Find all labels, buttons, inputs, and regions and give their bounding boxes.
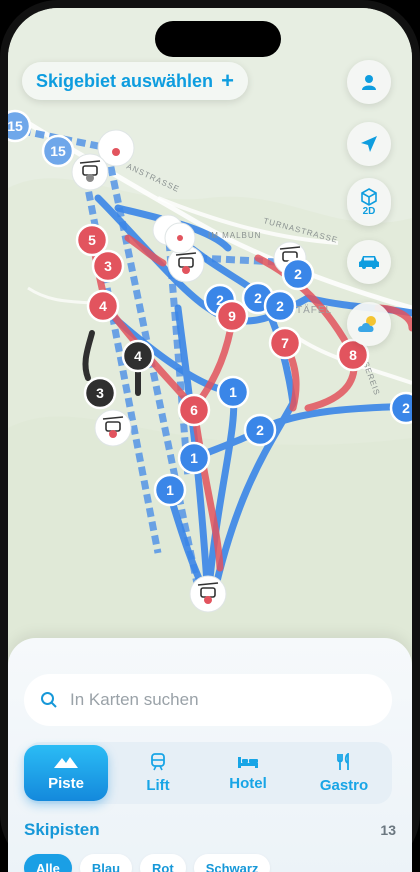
slope-marker-label: 4 — [134, 348, 142, 364]
weather-button[interactable] — [347, 302, 391, 346]
slope-marker[interactable]: 1 — [216, 375, 250, 409]
slope-marker-label: 7 — [281, 335, 289, 351]
slope-marker-label: 8 — [349, 347, 357, 363]
slope-marker-label: 1 — [190, 450, 198, 466]
section-title: Skipisten — [24, 820, 100, 839]
cube-icon — [361, 187, 377, 206]
slope-marker-label: 15 — [8, 118, 23, 134]
slope-marker[interactable]: 3 — [83, 376, 117, 410]
bed-icon — [238, 756, 258, 768]
slope-marker-label: 15 — [50, 143, 66, 159]
slope-marker-label: 5 — [88, 232, 96, 248]
select-ski-area-label: Skigebiet auswählen — [36, 70, 214, 91]
slope-marker[interactable]: 1 — [177, 441, 211, 475]
cutlery-icon — [337, 752, 349, 770]
slope-marker-label: 9 — [228, 308, 236, 324]
slope-marker[interactable]: 4 — [121, 339, 155, 373]
profile-button[interactable] — [347, 60, 391, 104]
filter-chip-black[interactable]: Schwarz — [193, 854, 271, 872]
category-label: Hotel — [229, 774, 267, 792]
dynamic-island — [155, 21, 281, 57]
location-arrow-icon — [361, 136, 377, 152]
view-mode-label: 2D — [362, 205, 376, 217]
section-count: 13 — [380, 822, 396, 838]
slope-marker[interactable]: 2 — [263, 289, 297, 323]
slope-marker-label: 6 — [190, 402, 198, 418]
slope-marker[interactable]: 15 — [8, 109, 32, 143]
lift-station-marker — [164, 222, 196, 254]
search-icon — [41, 692, 57, 708]
mountain-icon — [54, 756, 78, 768]
slope-marker[interactable]: 7 — [268, 326, 302, 360]
slope-marker[interactable]: 5 — [75, 223, 109, 257]
select-ski-area-button[interactable]: Skigebiet auswählen + — [22, 62, 248, 100]
category-piste[interactable]: Piste — [24, 745, 108, 801]
slope-marker-label: 3 — [104, 258, 112, 274]
slope-marker-label: 2 — [276, 298, 284, 314]
lift-station-marker — [189, 575, 227, 613]
lift-station-marker — [94, 409, 132, 447]
category-lift[interactable]: Lift — [116, 745, 200, 801]
search-input[interactable] — [68, 689, 352, 711]
filter-chip-red[interactable]: Rot — [140, 854, 186, 872]
category-label: Lift — [146, 776, 170, 794]
train-icon — [151, 752, 165, 770]
slope-marker[interactable]: 2 — [281, 257, 315, 291]
search-bar[interactable] — [24, 674, 392, 726]
filter-chip-all[interactable]: Alle — [24, 854, 72, 872]
slope-marker-label: 2 — [256, 422, 264, 438]
screen: ANSTRASSE IM MALBUN TURNASTRASSE TÄFEL S… — [8, 8, 412, 872]
category-selector: Piste Lift Hotel Gastro — [24, 742, 392, 804]
bottom-sheet: Piste Lift Hotel Gastro Skipisten 13 A — [8, 638, 412, 872]
phone-frame: ANSTRASSE IM MALBUN TURNASTRASSE TÄFEL S… — [0, 0, 420, 872]
slope-marker-label: 2 — [402, 400, 410, 416]
category-label: Piste — [48, 774, 84, 792]
car-icon — [359, 256, 379, 269]
slope-marker-label: 4 — [99, 298, 107, 314]
slope-marker[interactable]: 1 — [153, 473, 187, 507]
slope-marker[interactable]: 6 — [177, 393, 211, 427]
slope-marker-label: 1 — [229, 384, 237, 400]
lift-station-marker — [71, 153, 109, 191]
slope-marker-label: 1 — [166, 482, 174, 498]
street-label: IM MALBUN — [208, 231, 261, 240]
slope-marker[interactable]: 2 — [389, 391, 412, 425]
slope-marker[interactable]: 2 — [243, 413, 277, 447]
weather-sun-cloud-icon — [358, 316, 376, 332]
person-icon — [362, 75, 376, 90]
view-mode-button[interactable]: 2D — [347, 178, 391, 226]
category-label: Gastro — [319, 776, 369, 794]
plus-icon: + — [221, 68, 234, 93]
slope-marker[interactable]: 3 — [91, 249, 125, 283]
locate-button[interactable] — [347, 122, 391, 166]
street-label: TÄFEL — [296, 304, 332, 316]
car-button[interactable] — [347, 240, 391, 284]
slope-marker[interactable]: 9 — [215, 299, 249, 333]
difficulty-filters: Alle Blau Rot Schwarz — [24, 854, 271, 872]
slope-marker-label: 2 — [254, 290, 262, 306]
slope-marker-label: 3 — [96, 385, 104, 401]
category-hotel[interactable]: Hotel — [206, 745, 290, 801]
category-gastro[interactable]: Gastro — [296, 745, 392, 801]
slope-marker[interactable]: 15 — [41, 134, 75, 168]
slope-marker-label: 2 — [294, 266, 302, 282]
filter-chip-blue[interactable]: Blau — [79, 854, 133, 872]
slope-marker[interactable]: 4 — [86, 289, 120, 323]
